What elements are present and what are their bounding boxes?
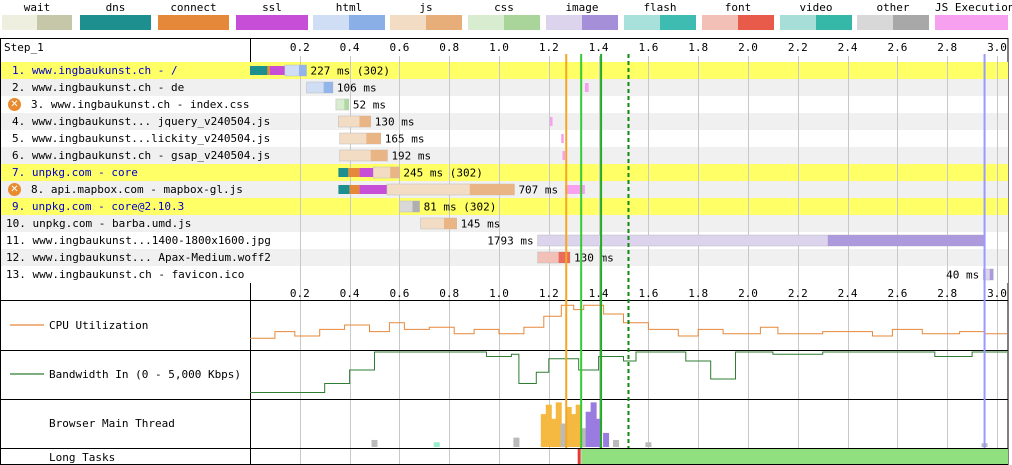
request-row-label[interactable]: 12. www.ingbaukunst... Apax-Medium.woff2 bbox=[6, 249, 271, 266]
main-thread-activity bbox=[513, 437, 520, 447]
long-task-marker bbox=[577, 449, 581, 464]
request-duration: 106 ms bbox=[337, 82, 377, 95]
tick-label-top: 2.0 bbox=[738, 41, 758, 54]
tick-label-top: 2.2 bbox=[788, 41, 808, 54]
request-duration: 245 ms (302) bbox=[403, 167, 482, 180]
long-task-bar bbox=[581, 449, 1008, 464]
tick-label-top: 1.6 bbox=[638, 41, 658, 54]
long-tasks-label: Long Tasks bbox=[49, 451, 115, 464]
js-execution bbox=[584, 83, 589, 92]
tick-label-bottom: 1.8 bbox=[688, 287, 708, 300]
tick-label-bottom: 0.8 bbox=[439, 287, 459, 300]
tick-label-bottom: 1.0 bbox=[489, 287, 509, 300]
bar-js-download bbox=[469, 184, 515, 195]
bar-dns bbox=[338, 185, 350, 194]
request-duration: 40 ms bbox=[946, 269, 979, 282]
bar-font-download bbox=[558, 252, 570, 263]
tick-label-bottom: 2.6 bbox=[887, 287, 907, 300]
tick-label-bottom: 3.0 bbox=[987, 287, 1007, 300]
bar-css-download bbox=[344, 99, 349, 110]
tick-label-top: 1.8 bbox=[688, 41, 708, 54]
request-row-label[interactable]: 9. unpkg.com - core@2.10.3 bbox=[12, 198, 184, 215]
tick-label-top: 2.4 bbox=[838, 41, 858, 54]
cpu-label: CPU Utilization bbox=[49, 319, 148, 332]
bar-other-download bbox=[412, 201, 420, 212]
main-thread-activity bbox=[613, 439, 620, 447]
bar-ssl bbox=[359, 185, 387, 194]
bar-connect bbox=[348, 168, 360, 177]
request-row-label[interactable]: 4. www.ingbaukunst... jquery_v240504.js bbox=[12, 113, 270, 130]
request-duration: 192 ms bbox=[391, 150, 431, 163]
main-thread-activity bbox=[603, 432, 610, 447]
bar-js-download bbox=[370, 150, 388, 161]
js-execution bbox=[550, 117, 553, 126]
bar-connect bbox=[267, 66, 270, 75]
main-thread-activity bbox=[371, 439, 378, 447]
tick-label-top: 1.0 bbox=[489, 41, 509, 54]
tick-label-bottom: 2.0 bbox=[738, 287, 758, 300]
tick-label-top: 0.2 bbox=[290, 41, 310, 54]
tick-label-top: 2.8 bbox=[937, 41, 957, 54]
tick-label-bottom: 0.6 bbox=[389, 287, 409, 300]
tick-label-bottom: 2.2 bbox=[788, 287, 808, 300]
tick-label-top: 3.0 bbox=[987, 41, 1007, 54]
request-row-label[interactable]: 3. www.ingbaukunst.ch - index.css bbox=[31, 96, 250, 113]
main-thread-activity bbox=[433, 442, 440, 447]
bar-js-download bbox=[444, 218, 457, 229]
request-duration: 52 ms bbox=[353, 99, 386, 112]
bar-html-download bbox=[298, 65, 307, 76]
step-label: Step_1 bbox=[4, 41, 44, 54]
bar-ssl bbox=[269, 66, 285, 75]
request-duration: 130 ms bbox=[574, 252, 614, 265]
bar-html-download bbox=[323, 82, 333, 93]
bandwidth-label: Bandwidth In (0 - 5,000 Kbps) bbox=[49, 368, 241, 381]
tick-label-top: 0.6 bbox=[389, 41, 409, 54]
tick-label-top: 0.4 bbox=[340, 41, 360, 54]
request-row-label[interactable]: 6. www.ingbaukunst.ch - gsap_v240504.js bbox=[12, 147, 270, 164]
js-execution bbox=[562, 151, 565, 160]
request-row-label[interactable]: 1. www.ingbaukunst.ch - / bbox=[12, 62, 178, 79]
bar-ssl bbox=[359, 168, 374, 177]
tick-label-bottom: 2.8 bbox=[937, 287, 957, 300]
tick-label-bottom: 1.6 bbox=[638, 287, 658, 300]
bar-dns bbox=[338, 168, 349, 177]
request-row-bg bbox=[1, 164, 1008, 181]
bar-js-download bbox=[359, 116, 371, 127]
tick-label-bottom: 1.4 bbox=[589, 287, 609, 300]
bar-image-download bbox=[989, 269, 994, 280]
bar-dns bbox=[250, 66, 268, 75]
tick-label-top: 0.8 bbox=[439, 41, 459, 54]
js-execution bbox=[561, 134, 564, 143]
main-thread-label: Browser Main Thread bbox=[49, 417, 175, 430]
main-thread-activity bbox=[645, 442, 652, 447]
request-duration: 227 ms (302) bbox=[311, 65, 390, 78]
request-duration: 165 ms bbox=[385, 133, 425, 146]
error-icon: ✕ bbox=[8, 98, 21, 111]
bar-connect bbox=[349, 185, 360, 194]
tick-label-bottom: 2.4 bbox=[838, 287, 858, 300]
bar-js-download bbox=[366, 133, 381, 144]
request-duration: 707 ms bbox=[518, 184, 558, 197]
request-row-label[interactable]: 13. www.ingbaukunst.ch - favicon.ico bbox=[6, 266, 244, 283]
request-row-label[interactable]: 11. www.ingbaukunst...1400-1800x1600.jpg bbox=[6, 232, 271, 249]
request-row-label[interactable]: 8. api.mapbox.com - mapbox-gl.js bbox=[31, 181, 243, 198]
tick-label-bottom: 0.4 bbox=[340, 287, 360, 300]
request-row-label[interactable]: 5. www.ingbaukunst...lickity_v240504.js bbox=[12, 130, 270, 147]
tick-label-top: 1.2 bbox=[539, 41, 559, 54]
request-duration: 1793 ms bbox=[487, 235, 533, 248]
error-icon: ✕ bbox=[8, 183, 21, 196]
request-duration: 145 ms bbox=[461, 218, 501, 231]
bar-js-download bbox=[390, 167, 400, 178]
request-row-label[interactable]: 2. www.ingbaukunst.ch - de bbox=[12, 79, 184, 96]
tick-label-bottom: 0.2 bbox=[290, 287, 310, 300]
request-duration: 130 ms bbox=[375, 116, 415, 129]
tick-label-top: 2.6 bbox=[887, 41, 907, 54]
bar-image-download bbox=[827, 235, 985, 246]
request-row-label[interactable]: 7. unpkg.com - core bbox=[12, 164, 138, 181]
tick-label-top: 1.4 bbox=[589, 41, 609, 54]
request-duration: 81 ms (302) bbox=[424, 201, 497, 214]
request-row-label[interactable]: 10. unpkg.com - barba.umd.js bbox=[6, 215, 191, 232]
tick-label-bottom: 1.2 bbox=[539, 287, 559, 300]
